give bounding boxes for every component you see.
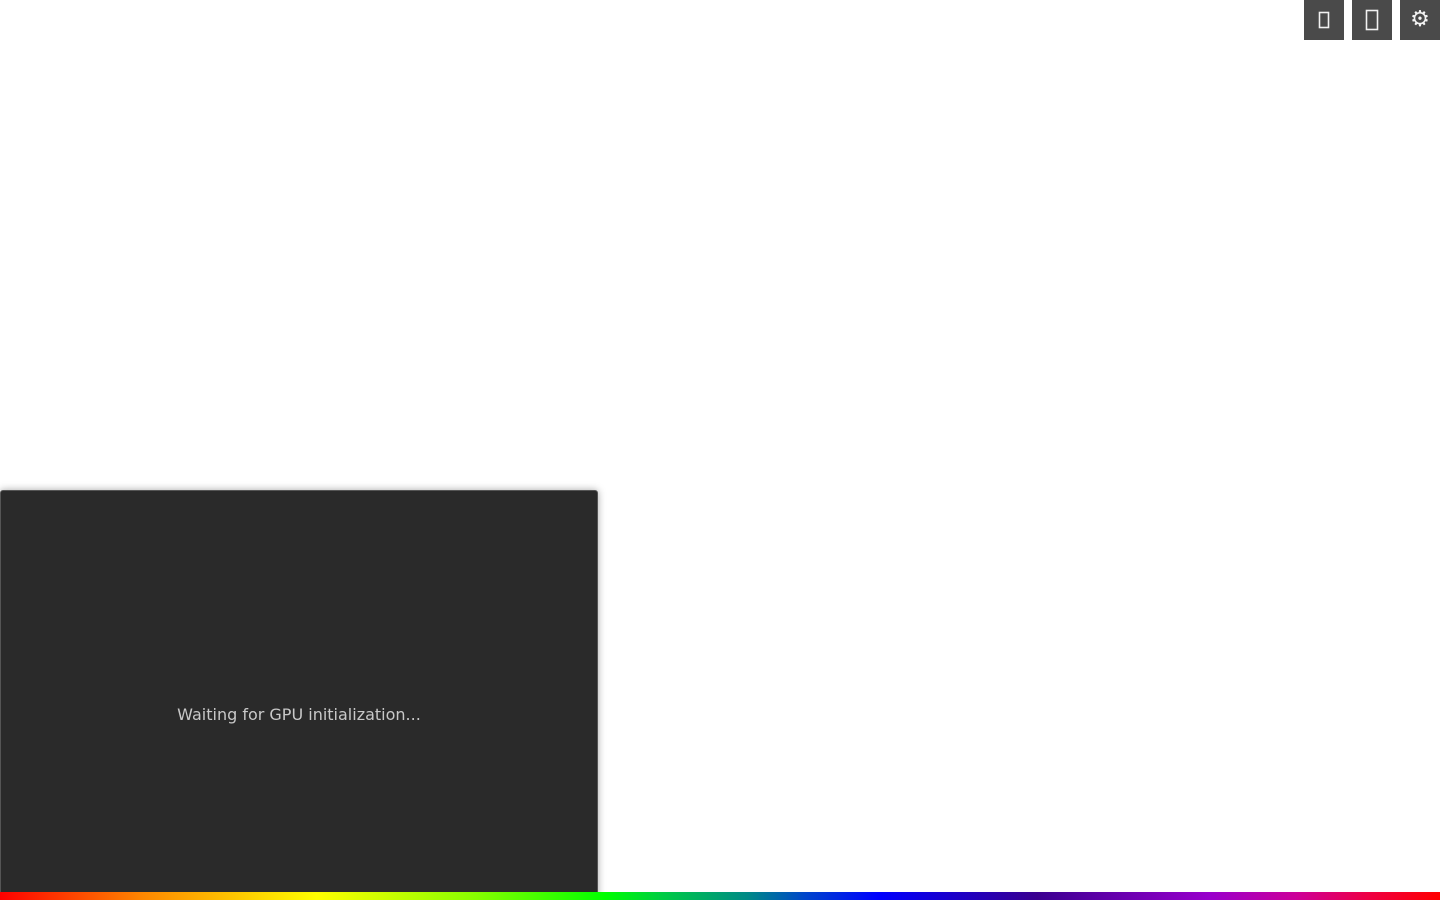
app-canvas: ⚙ Waiting for GPU initialization...	[0, 0, 1440, 900]
gear-icon: ⚙	[1410, 7, 1430, 32]
small-rectangle-icon	[1318, 11, 1330, 29]
large-rectangle-icon	[1365, 9, 1379, 31]
small-window-button[interactable]	[1304, 0, 1344, 40]
gpu-status-text: Waiting for GPU initialization...	[177, 705, 421, 724]
settings-button[interactable]: ⚙	[1400, 0, 1440, 40]
top-right-toolbar: ⚙	[1304, 0, 1440, 40]
large-window-button[interactable]	[1352, 0, 1392, 40]
gpu-preview-panel: Waiting for GPU initialization...	[0, 490, 598, 900]
color-spectrum-bar	[0, 892, 1440, 900]
